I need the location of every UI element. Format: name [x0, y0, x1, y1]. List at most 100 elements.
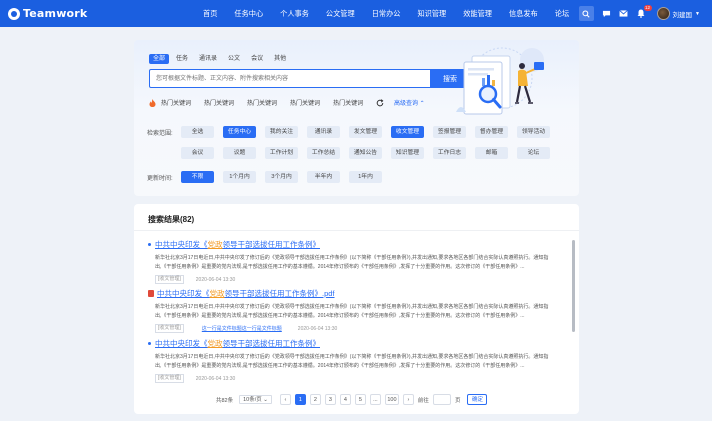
range-chip-knowledge[interactable]: 知识管理: [391, 147, 424, 159]
tab-documents[interactable]: 公文: [224, 54, 244, 64]
result-item: 中共中央印发《 党政 领导干部选拔任用工作条例》 新华社北京3月17日电近日,中…: [148, 338, 568, 383]
results-scrollbar[interactable]: [572, 240, 575, 332]
result-snippet: 新华社北京3月17日电近日,中共中央印发了修订后的《党政领导干部选拔任用工作条例…: [155, 304, 549, 319]
user-name[interactable]: 刘建国: [673, 9, 693, 19]
time-chip-1-month[interactable]: 1个月内: [223, 171, 256, 183]
result-meta: [收文管理] 这一行是文件标题这一行是文件标题 2020-06-04 13:30: [155, 324, 568, 333]
mail-button[interactable]: [617, 7, 631, 21]
result-title-suffix[interactable]: 领导干部选拔任用工作条例》: [223, 239, 321, 250]
result-snippet: 新华社北京3月17日电近日,中共中央印发了修订后的《党政领导干部选拔任用工作条例…: [155, 354, 549, 369]
nav-item-home[interactable]: 首页: [196, 0, 224, 27]
range-chip-reports[interactable]: 签报管理: [433, 126, 466, 138]
search-tabs: 全部 任务 通讯录 公文 会议 其他: [149, 54, 293, 64]
result-title-suffix[interactable]: 领导干部选拔任用工作条例》: [223, 338, 321, 349]
result-snippet: 新华社北京3月17日电近日,中共中央印发了修订后的《党政领导干部选拔任用工作条例…: [155, 255, 549, 270]
tab-all[interactable]: 全部: [149, 54, 170, 64]
time-label: 更新时间:: [147, 176, 173, 182]
range-chip-meetings[interactable]: 会议: [181, 147, 214, 159]
result-title-prefix[interactable]: 中共中央印发《: [155, 338, 208, 349]
time-chip-any[interactable]: 不限: [181, 171, 214, 183]
hot-keyword[interactable]: 热门关键词: [161, 98, 191, 107]
range-chip-all[interactable]: 全选: [181, 126, 214, 138]
logo-icon: [8, 7, 20, 20]
chat-button[interactable]: [600, 7, 614, 21]
range-chip-contacts[interactable]: 通讯录: [307, 126, 340, 138]
page-ellipsis[interactable]: ...: [369, 394, 381, 405]
page-size-select[interactable]: 10条/页 ⌄: [239, 395, 272, 404]
result-title[interactable]: 中共中央印发《 党政 领导干部选拔任用工作条例》: [148, 338, 568, 349]
page-button[interactable]: 100: [384, 394, 399, 405]
confirm-page-button[interactable]: 确定: [467, 394, 488, 405]
avatar[interactable]: [656, 7, 670, 20]
bullet-icon: [148, 342, 151, 345]
result-item: 中共中央印发《 党政 领导干部选拔任用工作条例》 新华社北京3月17日电近日,中…: [148, 239, 568, 284]
range-chip-task-center[interactable]: 任务中心: [223, 126, 256, 138]
goto-label: 前往: [417, 397, 429, 404]
goto-page-input[interactable]: [432, 394, 451, 405]
page-button[interactable]: 3: [324, 394, 336, 405]
prev-page-button[interactable]: ‹: [279, 394, 291, 405]
chat-icon: [602, 10, 611, 17]
range-chip-mailbox[interactable]: 邮箱: [475, 147, 508, 159]
range-chip-leader-activity[interactable]: 领导活动: [517, 126, 550, 138]
result-title-highlight[interactable]: 党政: [208, 239, 223, 250]
result-title-highlight[interactable]: 党政: [210, 288, 225, 299]
result-attachment-link[interactable]: 这一行是文件标题这一行是文件标题: [202, 325, 282, 332]
global-search-button[interactable]: [578, 6, 594, 21]
time-chip-1-year[interactable]: 1年内: [349, 171, 382, 183]
nav-item-knowledge[interactable]: 知识管理: [410, 0, 453, 27]
nav-item-efficiency[interactable]: 效能管理: [456, 0, 499, 27]
result-title-prefix[interactable]: 中共中央印发《: [155, 239, 208, 250]
advanced-search-link[interactable]: 高级查询 ⌃: [394, 98, 425, 107]
app-logo[interactable]: Teamwork: [8, 7, 87, 20]
result-meta: [收文管理] 2020-06-04 13:30: [155, 275, 568, 284]
nav-item-documents[interactable]: 公文管理: [319, 0, 362, 27]
nav-item-tasks[interactable]: 任务中心: [227, 0, 270, 27]
tab-tasks[interactable]: 任务: [172, 54, 192, 64]
time-chip-3-months[interactable]: 3个月内: [265, 171, 298, 183]
range-chip-outgoing-docs[interactable]: 发文管理: [349, 126, 382, 138]
range-chip-notices[interactable]: 通知公告: [349, 147, 382, 159]
hot-keyword[interactable]: 热门关键词: [333, 98, 363, 107]
result-item: 中共中央印发《 党政 领导干部选拔任用工作条例》.pdf 新华社北京3月17日电…: [148, 288, 568, 333]
result-title-suffix[interactable]: 领导干部选拔任用工作条例》.pdf: [225, 288, 335, 299]
result-title-prefix[interactable]: 中共中央印发《: [157, 288, 210, 299]
hot-keyword[interactable]: 热门关键词: [290, 98, 320, 107]
page-button[interactable]: 4: [339, 394, 351, 405]
tab-meetings[interactable]: 会议: [247, 54, 267, 64]
page-button[interactable]: 5: [354, 394, 366, 405]
chevron-down-icon[interactable]: ▼: [695, 11, 700, 17]
time-chip-half-year[interactable]: 半年内: [307, 171, 340, 183]
search-input[interactable]: [149, 69, 431, 88]
result-title[interactable]: 中共中央印发《 党政 领导干部选拔任用工作条例》.pdf: [148, 288, 568, 299]
hot-keyword[interactable]: 热门关键词: [247, 98, 277, 107]
nav-item-personal[interactable]: 个人事务: [273, 0, 316, 27]
result-title[interactable]: 中共中央印发《 党政 领导干部选拔任用工作条例》: [148, 239, 568, 250]
page-unit-label: 页: [454, 397, 461, 404]
next-page-button[interactable]: ›: [402, 394, 414, 405]
range-chip-following[interactable]: 我的关注: [265, 126, 298, 138]
range-chip-topics[interactable]: 议题: [223, 147, 256, 159]
result-date: 2020-06-04 13:30: [297, 325, 338, 332]
nav-item-daily-office[interactable]: 日常办公: [365, 0, 408, 27]
search-illustration: [456, 47, 544, 115]
nav-item-publish[interactable]: 信息发布: [502, 0, 545, 27]
range-chip-forum[interactable]: 论坛: [517, 147, 550, 159]
search-panel: 全部 任务 通讯录 公文 会议 其他 搜索 热门关键词 热门关键词 热门关键词 …: [134, 40, 579, 196]
range-chip-work-plan[interactable]: 工作计划: [265, 147, 298, 159]
pdf-file-icon: [148, 290, 154, 297]
result-title-highlight[interactable]: 党政: [208, 338, 223, 349]
page-button[interactable]: 2: [309, 394, 321, 405]
hot-keyword[interactable]: 热门关键词: [204, 98, 234, 107]
nav-item-forum[interactable]: 论坛: [548, 0, 576, 27]
tab-other[interactable]: 其他: [270, 54, 290, 64]
range-chip-work-log[interactable]: 工作日志: [433, 147, 466, 159]
refresh-icon[interactable]: [376, 98, 384, 107]
page-button[interactable]: 1: [294, 394, 306, 405]
notification-button[interactable]: 12: [634, 4, 652, 21]
range-chip-supervision[interactable]: 督办管理: [475, 126, 508, 138]
range-chip-work-summary[interactable]: 工作总结: [307, 147, 340, 159]
range-chip-incoming-docs[interactable]: 收文管理: [391, 126, 424, 138]
result-date: 2020-06-04 13:30: [195, 375, 236, 382]
tab-contacts[interactable]: 通讯录: [195, 54, 221, 64]
